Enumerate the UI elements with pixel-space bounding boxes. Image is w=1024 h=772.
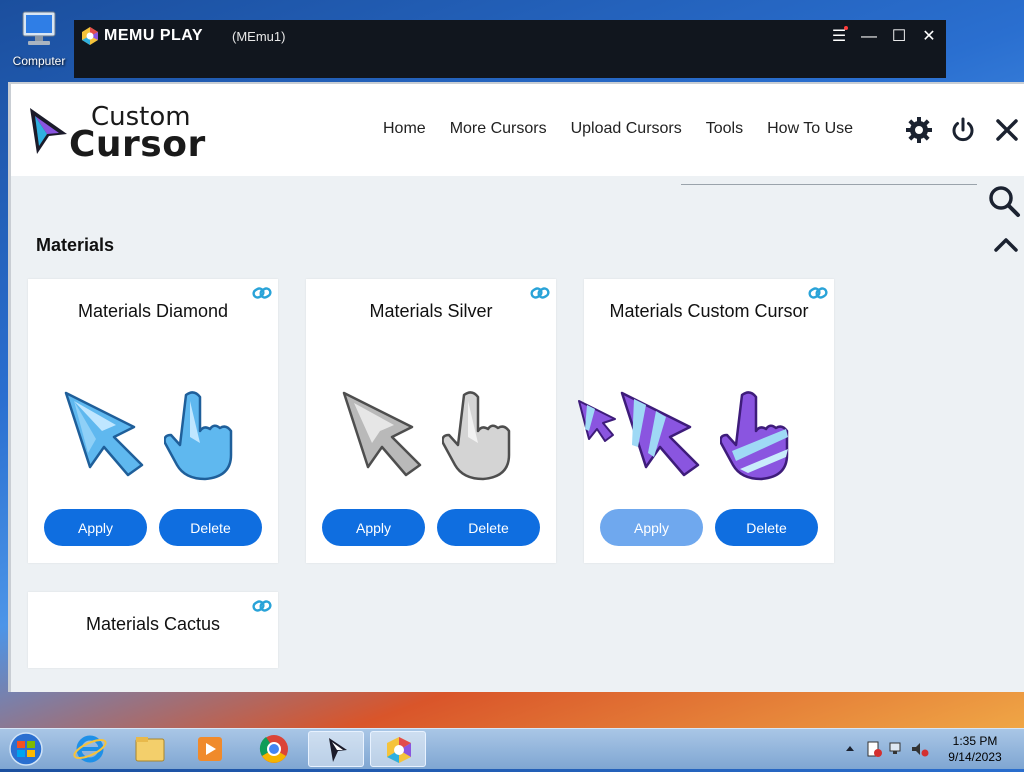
cursor-card-custom-cursor: Materials Custom Cursor Apply Delete xyxy=(584,279,834,563)
arrow-cursor-preview xyxy=(620,391,700,477)
apply-button[interactable]: Apply xyxy=(600,509,703,546)
section-title: Materials xyxy=(36,235,115,255)
gear-icon[interactable] xyxy=(905,116,933,144)
desktop-icon-label: Computer xyxy=(12,54,66,68)
link-icon[interactable] xyxy=(252,285,272,301)
brand-text-bottom: Cursor xyxy=(69,124,206,165)
chevron-up-icon[interactable] xyxy=(993,234,1019,254)
emulator-instance: (MEmu1) xyxy=(232,29,286,44)
cursor-card-diamond: Materials Diamond Apply Delete xyxy=(28,279,278,563)
file-explorer-icon[interactable] xyxy=(122,731,178,767)
start-button-icon[interactable] xyxy=(6,731,46,767)
nav-how-to-use[interactable]: How To Use xyxy=(767,120,853,138)
custom-cursor-app: Custom Cursor Home More Cursors Upload C… xyxy=(8,82,1024,692)
nav-home[interactable]: Home xyxy=(383,120,426,138)
card-title: Materials Custom Cursor xyxy=(609,301,809,321)
apply-button[interactable]: Apply xyxy=(44,509,147,546)
app-header: Custom Cursor Home More Cursors Upload C… xyxy=(11,84,1024,176)
nav-more-cursors[interactable]: More Cursors xyxy=(450,120,547,138)
link-icon[interactable] xyxy=(808,285,828,301)
card-title: Materials Silver xyxy=(369,301,493,321)
card-title: Materials Diamond xyxy=(77,301,229,321)
brand-logo[interactable]: Custom Cursor xyxy=(27,102,207,165)
hand-cursor-preview xyxy=(442,391,511,481)
nav-upload-cursors[interactable]: Upload Cursors xyxy=(571,120,682,138)
cursor-logo-icon xyxy=(30,108,67,154)
custom-cursor-icon[interactable] xyxy=(308,731,364,767)
hand-cursor-preview xyxy=(720,391,789,481)
action-center-icon[interactable] xyxy=(867,741,882,757)
internet-explorer-icon[interactable] xyxy=(62,731,118,767)
power-icon[interactable] xyxy=(949,116,977,144)
volume-muted-icon[interactable] xyxy=(912,743,929,757)
taskbar: 1:35 PM 9/14/2023 xyxy=(0,728,1024,769)
nav-tools[interactable]: Tools xyxy=(706,120,743,138)
notification-dot xyxy=(844,26,848,30)
main-nav: Home More Cursors Upload Cursors Tools H… xyxy=(383,120,853,138)
hand-cursor-preview xyxy=(164,391,233,481)
chrome-icon[interactable] xyxy=(246,731,302,767)
minimize-icon[interactable]: — xyxy=(858,26,880,48)
link-icon[interactable] xyxy=(252,598,272,614)
system-tray xyxy=(846,741,929,757)
card-title: Materials Cactus xyxy=(85,614,221,634)
search-input[interactable] xyxy=(681,184,977,185)
clock-date: 9/14/2023 xyxy=(948,750,1002,764)
close-icon[interactable] xyxy=(993,116,1021,144)
tray-expand-icon[interactable] xyxy=(846,746,854,751)
cursor-card-cactus: Materials Cactus xyxy=(28,592,278,668)
media-player-icon[interactable] xyxy=(182,731,238,767)
taskbar-clock[interactable]: 1:35 PM 9/14/2023 xyxy=(940,733,1010,765)
window-close-icon[interactable]: ✕ xyxy=(918,26,940,48)
mouse-pointer xyxy=(578,400,616,442)
delete-button[interactable]: Delete xyxy=(159,509,262,546)
maximize-icon[interactable]: ☐ xyxy=(888,26,910,48)
arrow-cursor-preview xyxy=(64,391,144,477)
search-icon[interactable] xyxy=(987,184,1021,218)
network-icon[interactable] xyxy=(889,742,901,754)
cursor-card-silver: Materials Silver Apply Delete xyxy=(306,279,556,563)
delete-button[interactable]: Delete xyxy=(715,509,818,546)
apply-button[interactable]: Apply xyxy=(322,509,425,546)
link-icon[interactable] xyxy=(530,285,550,301)
desktop-icon-computer[interactable]: Computer xyxy=(8,8,70,68)
delete-button[interactable]: Delete xyxy=(437,509,540,546)
memu-icon[interactable] xyxy=(370,731,426,767)
emulator-title: MEMU PLAY xyxy=(104,27,204,44)
computer-icon xyxy=(17,8,61,52)
emulator-titlebar: MEMU PLAY (MEmu1) ☰ — ☐ ✕ xyxy=(74,20,946,78)
clock-time: 1:35 PM xyxy=(952,734,998,748)
arrow-cursor-preview xyxy=(342,391,422,477)
memu-logo-icon xyxy=(82,27,98,45)
